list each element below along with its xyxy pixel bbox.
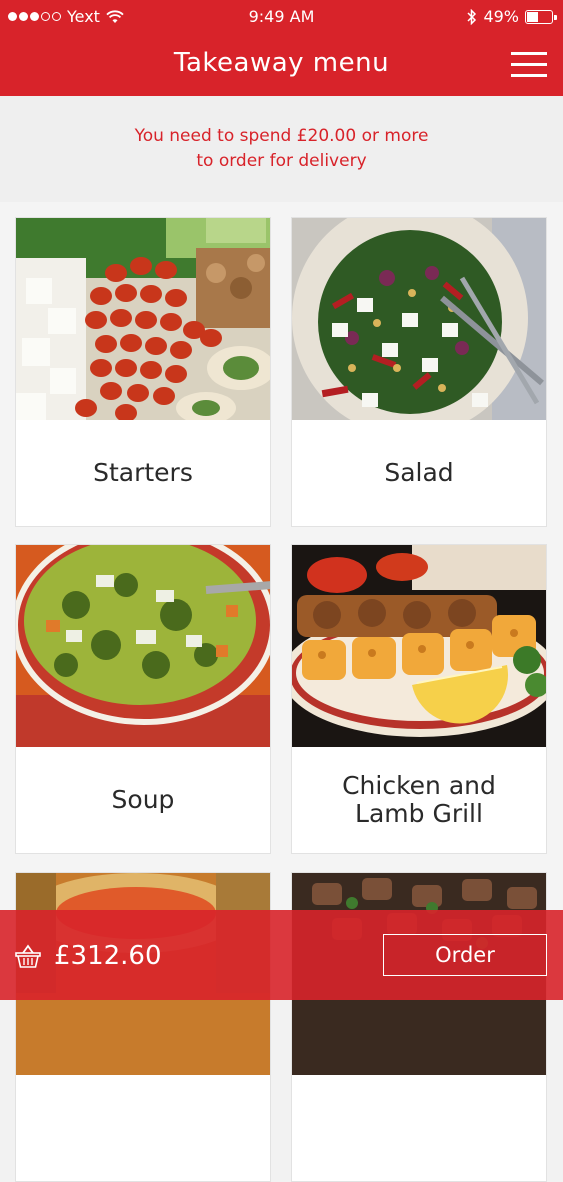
delivery-minimum-notice: You need to spend £20.00 or more to orde…	[0, 96, 563, 202]
category-card-salad[interactable]: Salad	[291, 217, 547, 527]
notice-line-1: You need to spend £20.00 or more	[134, 126, 429, 146]
category-label-line-1: Chicken and	[342, 771, 496, 800]
basket-total: £312.60	[54, 941, 162, 971]
basket-bar: £312.60 Order	[0, 910, 563, 1000]
notice-line-2: to order for delivery	[196, 151, 367, 171]
category-grid: Starters Salad Soup Chicken and Lamb Gri…	[0, 202, 563, 1182]
grill-image	[292, 545, 546, 747]
soup-image	[16, 545, 270, 747]
category-card-chicken-lamb-grill[interactable]: Chicken and Lamb Grill	[291, 544, 547, 854]
category-label-soup: Soup	[111, 785, 175, 814]
app-header: Takeaway menu	[0, 32, 563, 96]
starters-image	[16, 218, 270, 420]
order-button[interactable]: Order	[383, 934, 547, 976]
category-card-soup[interactable]: Soup	[15, 544, 271, 854]
category-label-chicken-lamb-grill: Chicken and Lamb Grill	[292, 747, 546, 853]
battery-percent: 49%	[483, 7, 519, 26]
battery-icon	[525, 9, 557, 24]
hamburger-icon[interactable]	[511, 50, 549, 78]
bluetooth-icon	[467, 8, 477, 25]
category-label-salad: Salad	[384, 458, 454, 487]
category-card-starters[interactable]: Starters	[15, 217, 271, 527]
status-bar: Yext 9:49 AM 49%	[0, 0, 563, 32]
basket-icon[interactable]	[14, 942, 42, 970]
category-label-line-2: Lamb Grill	[355, 799, 483, 828]
salad-image	[292, 218, 546, 420]
status-right: 49%	[467, 7, 557, 26]
page-title: Takeaway menu	[173, 48, 390, 78]
category-label-starters: Starters	[93, 458, 193, 487]
